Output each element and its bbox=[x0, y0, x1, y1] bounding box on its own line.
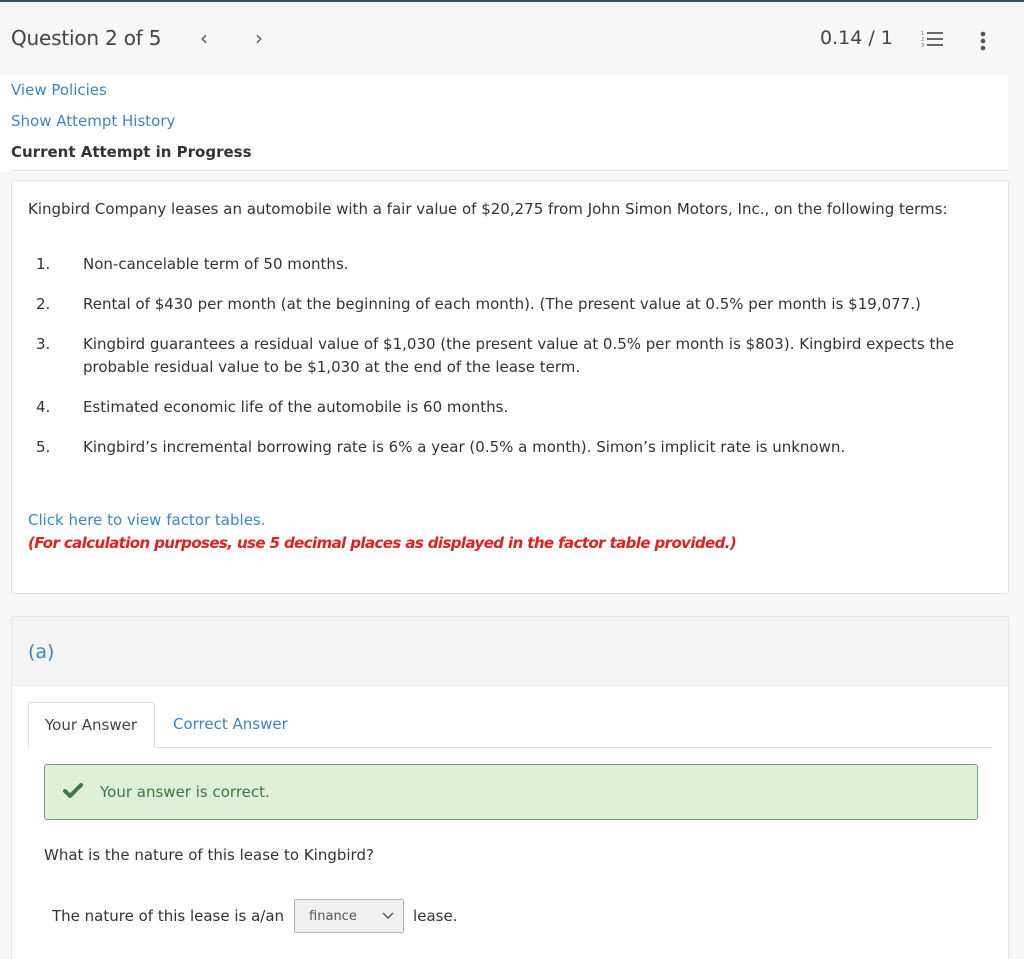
term-item: 1. Non-cancelable term of 50 months. bbox=[28, 253, 988, 276]
answer-tabs: Your Answer Correct Answer bbox=[28, 702, 992, 748]
next-question-button[interactable]: › bbox=[249, 26, 269, 50]
term-number: 4. bbox=[36, 398, 51, 416]
chevron-down-icon bbox=[382, 912, 394, 920]
term-text: Estimated economic life of the automobil… bbox=[83, 398, 509, 416]
term-text: Non-cancelable term of 50 months. bbox=[83, 255, 349, 273]
score-display: 0.14 / 1 bbox=[820, 27, 893, 49]
lease-type-select[interactable]: finance bbox=[294, 899, 405, 933]
term-text: Rental of $430 per month (at the beginni… bbox=[83, 295, 921, 313]
success-message: Your answer is correct. bbox=[100, 783, 270, 801]
part-a-question: What is the nature of this lease to King… bbox=[44, 846, 374, 864]
tab-your-answer[interactable]: Your Answer bbox=[28, 702, 155, 748]
part-a-header: (a) bbox=[12, 617, 1008, 686]
answer-prefix: The nature of this lease is a/an bbox=[52, 907, 285, 925]
question-header: Question 2 of 5 ‹ › 0.14 / 1 1 2 3 bbox=[0, 2, 1024, 75]
select-value: finance bbox=[309, 909, 357, 924]
term-item: 5. Kingbird’s incremental borrowing rate… bbox=[28, 436, 988, 459]
term-text: Kingbird guarantees a residual value of … bbox=[83, 335, 955, 376]
numbered-list-icon[interactable]: 1 2 3 bbox=[921, 30, 945, 50]
more-vertical-icon[interactable] bbox=[976, 30, 990, 52]
divider bbox=[11, 170, 1008, 171]
term-item: 3. Kingbird guarantees a residual value … bbox=[28, 333, 988, 379]
tab-correct-answer[interactable]: Correct Answer bbox=[157, 702, 304, 748]
terms-list: 1. Non-cancelable term of 50 months. 2. … bbox=[28, 253, 988, 476]
part-label: (a) bbox=[28, 641, 55, 663]
previous-question-button[interactable]: ‹ bbox=[194, 26, 214, 50]
calculation-instruction: (For calculation purposes, use 5 decimal… bbox=[28, 534, 737, 552]
checkmark-icon bbox=[63, 782, 83, 800]
problem-intro: Kingbird Company leases an automobile wi… bbox=[28, 200, 948, 218]
factor-tables-link[interactable]: Click here to view factor tables. bbox=[28, 511, 266, 529]
part-a-section: (a) Your Answer Correct Answer Your answ… bbox=[11, 616, 1009, 959]
term-number: 1. bbox=[36, 255, 51, 273]
show-attempt-history-link[interactable]: Show Attempt History bbox=[11, 112, 175, 130]
answer-suffix: lease. bbox=[413, 907, 458, 925]
chevron-left-icon: ‹ bbox=[200, 26, 208, 50]
svg-text:3: 3 bbox=[921, 43, 924, 49]
success-alert: Your answer is correct. bbox=[44, 764, 978, 820]
problem-statement: Kingbird Company leases an automobile wi… bbox=[11, 180, 1009, 594]
answer-row: The nature of this lease is a/an finance… bbox=[52, 899, 457, 933]
term-number: 3. bbox=[36, 335, 51, 353]
chevron-right-icon: › bbox=[255, 26, 263, 50]
term-number: 2. bbox=[36, 295, 51, 313]
view-policies-link[interactable]: View Policies bbox=[11, 81, 107, 99]
question-counter: Question 2 of 5 bbox=[11, 26, 162, 50]
attempt-info-panel: View Policies Show Attempt History Curre… bbox=[0, 75, 1008, 172]
term-item: 2. Rental of $430 per month (at the begi… bbox=[28, 293, 988, 316]
term-number: 5. bbox=[36, 438, 51, 456]
term-text: Kingbird’s incremental borrowing rate is… bbox=[83, 438, 846, 456]
current-attempt-label: Current Attempt in Progress bbox=[11, 143, 252, 161]
term-item: 4. Estimated economic life of the automo… bbox=[28, 396, 988, 419]
